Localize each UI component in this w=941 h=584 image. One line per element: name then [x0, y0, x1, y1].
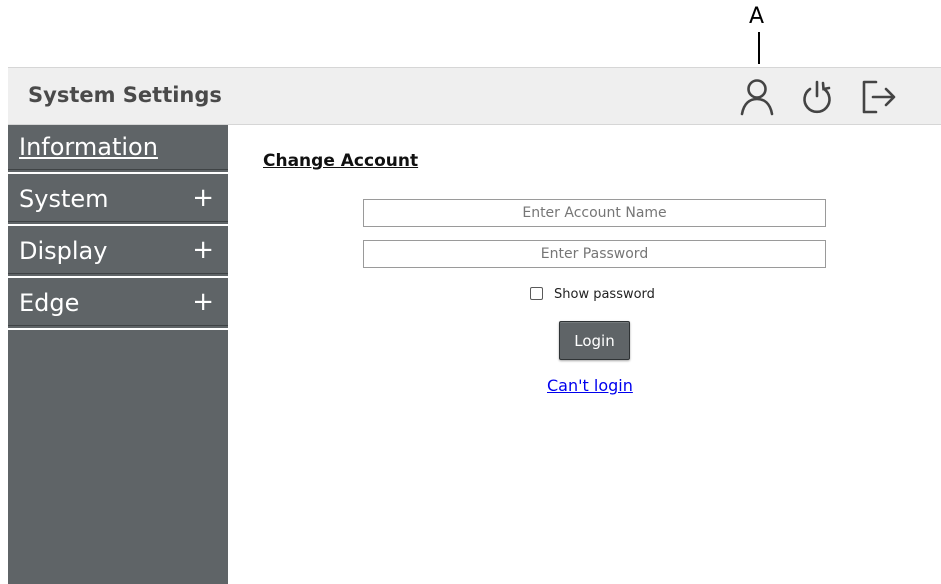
callout-line	[758, 32, 760, 64]
sidebar-item-edge[interactable]: Edge +	[8, 281, 228, 330]
user-icon[interactable]	[737, 76, 777, 116]
sidebar-item-system[interactable]: System +	[8, 177, 228, 226]
sidebar-item-label: Display	[19, 237, 108, 265]
cant-login-link[interactable]: Can't login	[547, 375, 633, 397]
show-password-label: Show password	[554, 287, 655, 302]
login-button[interactable]: Login	[559, 321, 630, 360]
expand-icon[interactable]: +	[192, 285, 214, 319]
sidebar-item-label: Edge	[19, 289, 80, 317]
callout-label: A	[749, 4, 765, 29]
password-input[interactable]	[363, 240, 826, 268]
sidebar-item-display[interactable]: Display +	[8, 229, 228, 278]
header-bar: System Settings	[8, 67, 941, 125]
page-title: System Settings	[28, 83, 222, 107]
sidebar-item-label: Information	[19, 133, 158, 161]
power-icon[interactable]	[797, 76, 837, 116]
show-password-checkbox[interactable]	[530, 287, 543, 300]
change-account-heading: Change Account	[263, 151, 419, 171]
account-name-input[interactable]	[363, 199, 826, 227]
expand-icon[interactable]: +	[192, 233, 214, 267]
sidebar-item-information[interactable]: Information	[8, 125, 228, 174]
logout-icon[interactable]	[859, 76, 899, 116]
sidebar: Information System + Display + Edge +	[8, 125, 228, 584]
sidebar-item-label: System	[19, 185, 109, 213]
expand-icon[interactable]: +	[192, 181, 214, 215]
